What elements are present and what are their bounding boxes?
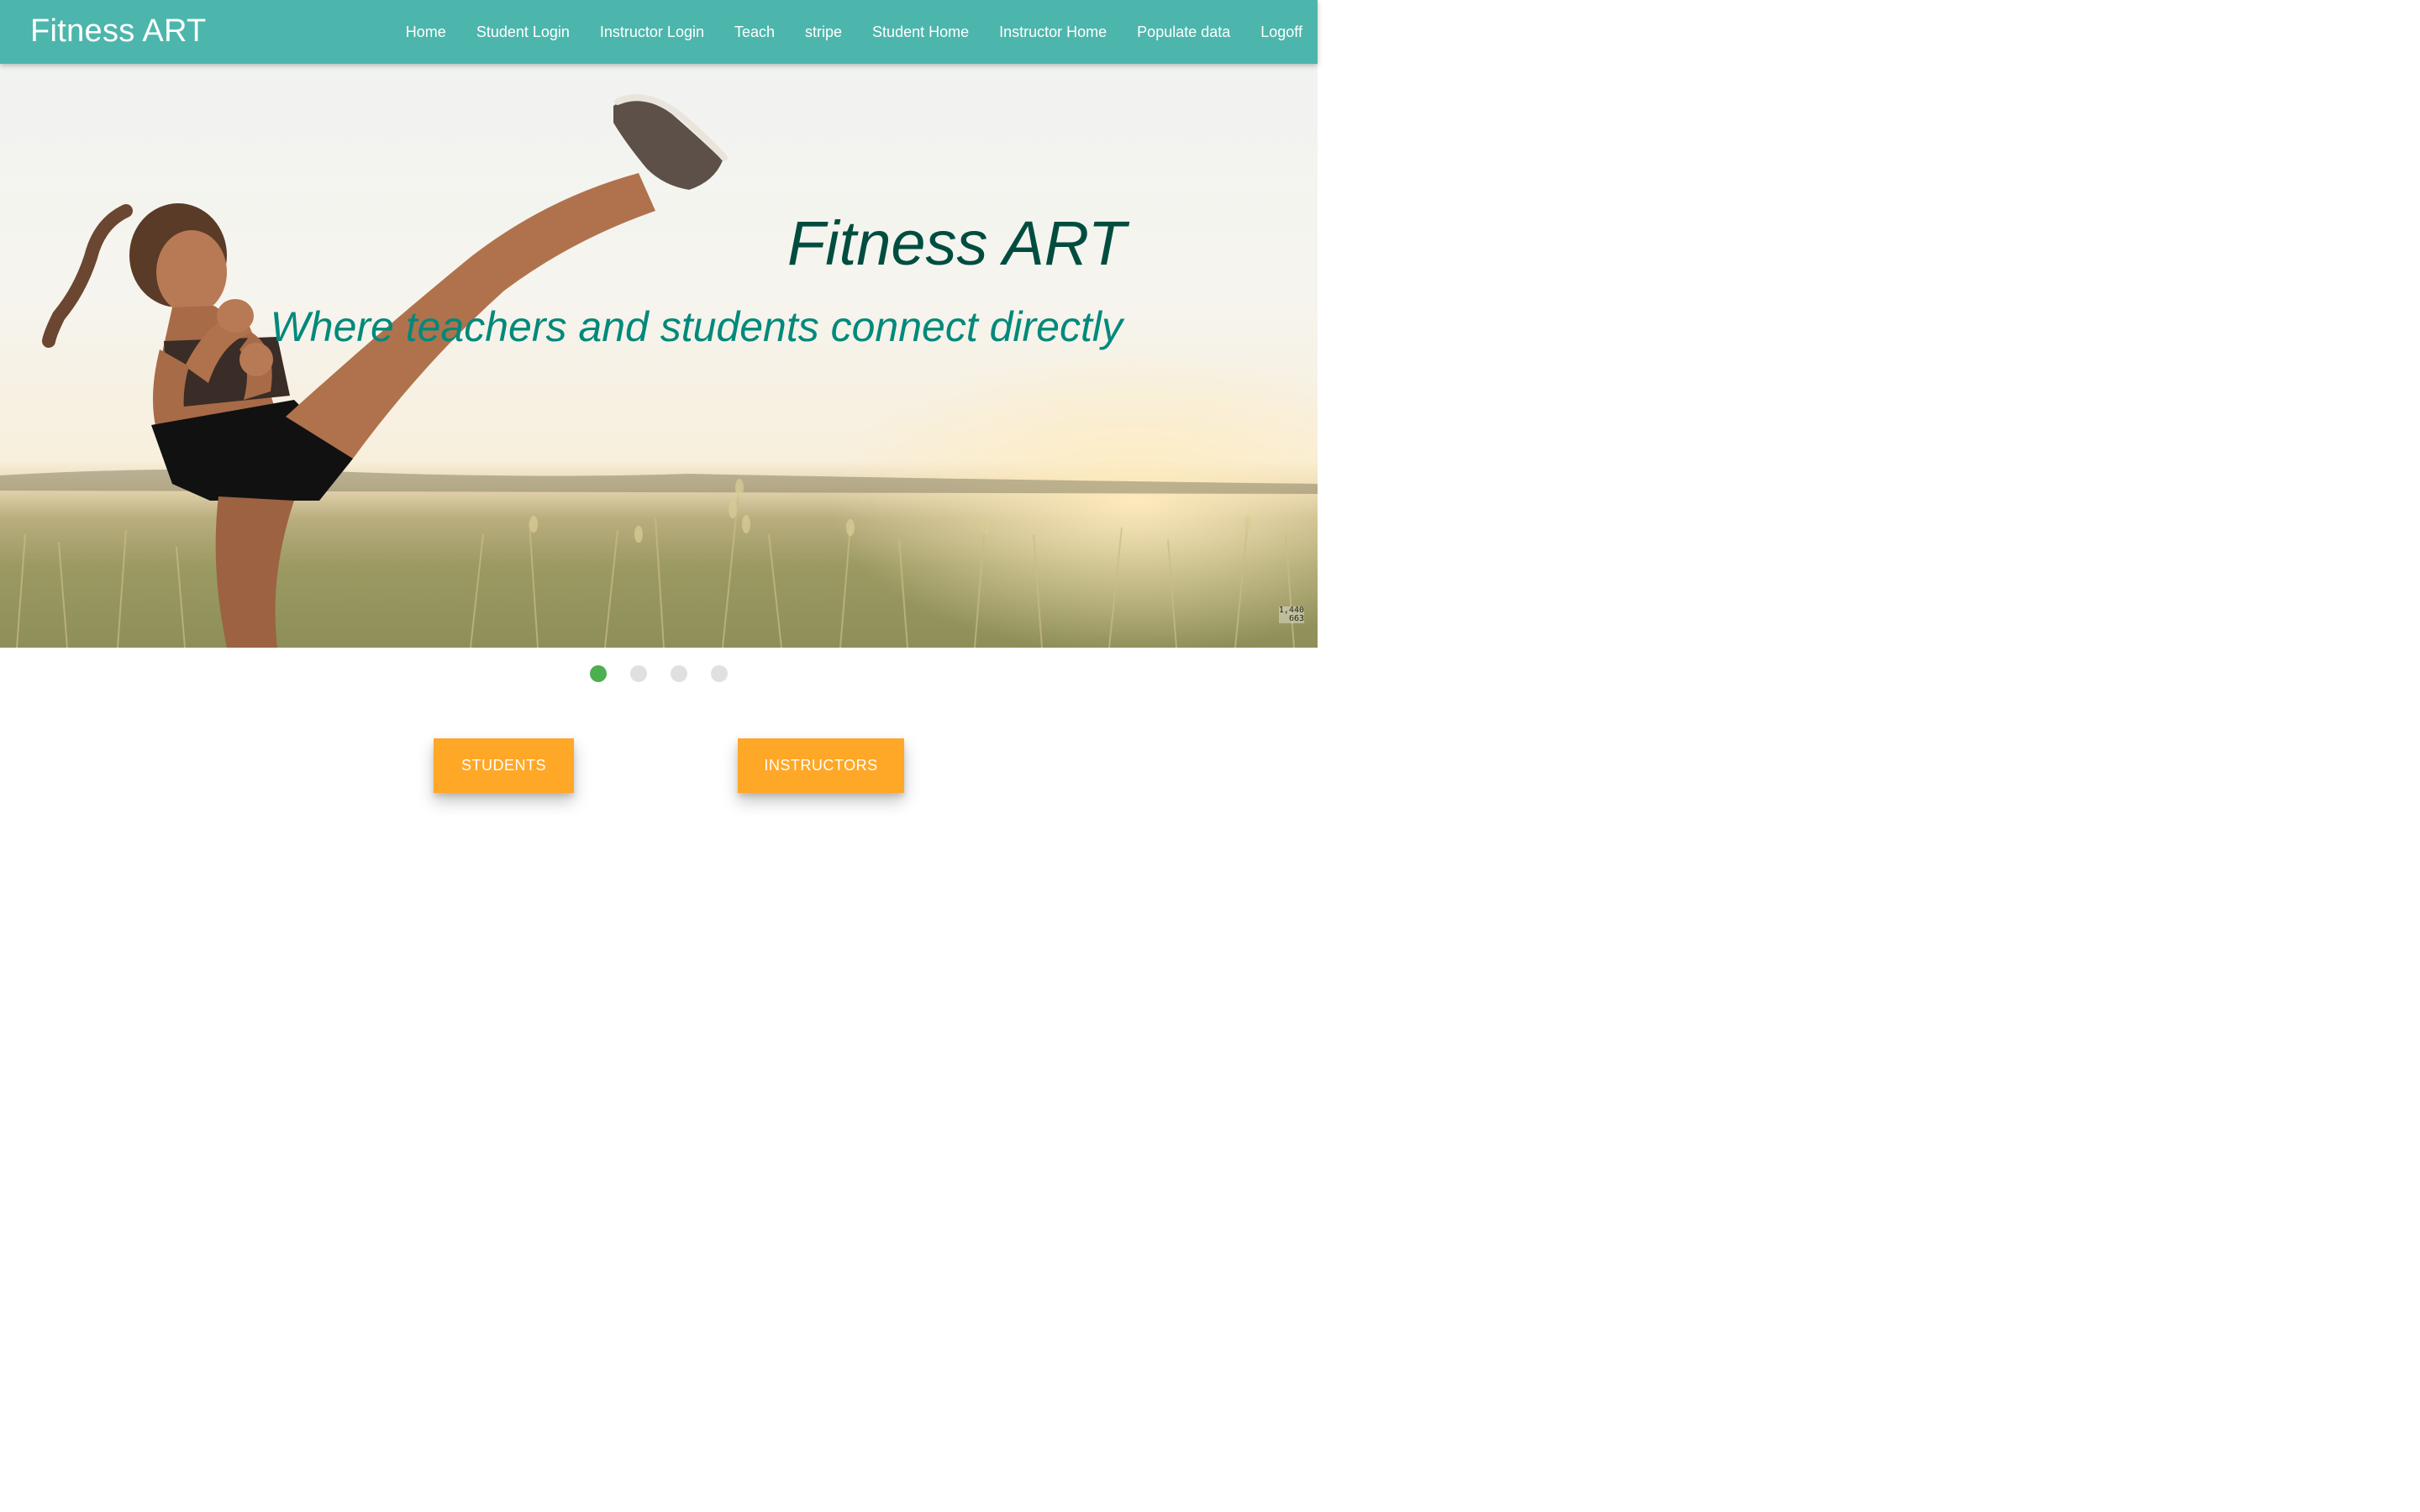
image-size-readout: 1,440 663: [1278, 606, 1304, 623]
nav-instructor-login-link[interactable]: Instructor Login: [585, 0, 719, 64]
nav-logoff-link[interactable]: Logoff: [1245, 0, 1318, 64]
hero-title: Fitness ART: [787, 208, 1126, 278]
top-navbar: Fitness ART Home Student Login Instructo…: [0, 0, 1318, 64]
hero-photo-illustration: [0, 94, 1318, 648]
nav-teach-link[interactable]: Teach: [719, 0, 790, 64]
nav-student-login-link[interactable]: Student Login: [461, 0, 585, 64]
slide-indicator-4[interactable]: [711, 665, 728, 682]
nav-stripe-link[interactable]: stripe: [790, 0, 857, 64]
slide-indicator-3[interactable]: [671, 665, 687, 682]
nav-populate-data-link[interactable]: Populate data: [1122, 0, 1245, 64]
nav-instructor-home-link[interactable]: Instructor Home: [984, 0, 1122, 64]
nav-links: Home Student Login Instructor Login Teac…: [391, 0, 1318, 64]
hero-slider: Fitness ART Where teachers and students …: [0, 64, 1318, 648]
hero-subtitle: Where teachers and students connect dire…: [270, 303, 1123, 350]
slide-indicator-1[interactable]: [590, 665, 607, 682]
brand-logo-link[interactable]: Fitness ART: [30, 12, 207, 50]
hero-kickboxer-photo: [0, 64, 1318, 648]
image-size-height: 663: [1288, 614, 1304, 623]
slide-indicator-2[interactable]: [630, 665, 647, 682]
nav-student-home-link[interactable]: Student Home: [857, 0, 984, 64]
students-button[interactable]: STUDENTS: [434, 738, 574, 793]
slider-indicators: [0, 665, 1318, 682]
nav-home-link[interactable]: Home: [391, 0, 461, 64]
instructors-button[interactable]: INSTRUCTORS: [738, 738, 904, 793]
